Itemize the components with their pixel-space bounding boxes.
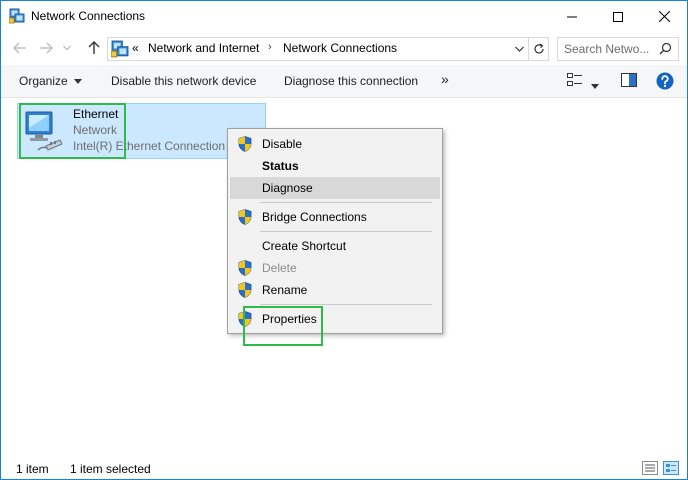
view-options-dropdown[interactable]	[591, 78, 599, 92]
context-menu: Disable Status Diagnose Bridge Connectio…	[227, 128, 443, 334]
close-button[interactable]	[641, 1, 687, 32]
details-view-icon	[642, 461, 658, 475]
organize-menu[interactable]: Organize	[19, 74, 82, 88]
breadcrumb-overflow[interactable]: «	[132, 41, 139, 55]
arrow-up-icon	[88, 41, 100, 54]
menu-separator	[260, 231, 432, 232]
uac-shield-icon	[238, 209, 252, 225]
view-options-icon	[567, 73, 582, 86]
minimize-icon	[567, 16, 577, 17]
menu-item-diagnose[interactable]: Diagnose	[230, 177, 440, 199]
menu-item-delete: Delete	[230, 257, 440, 279]
recent-locations-button[interactable]	[61, 39, 73, 57]
item-count: 1 item	[16, 462, 49, 476]
preview-pane-icon	[621, 73, 637, 87]
menu-separator	[260, 202, 432, 203]
up-button[interactable]	[85, 39, 103, 57]
uac-shield-icon	[238, 136, 252, 152]
close-icon	[658, 11, 670, 22]
menu-item-rename[interactable]: Rename	[230, 279, 440, 301]
menu-item-label: Diagnose	[262, 181, 313, 195]
chevron-down-icon	[514, 46, 524, 52]
network-connections-icon	[110, 40, 129, 58]
menu-item-label: Rename	[262, 283, 308, 297]
tiles-view-button[interactable]	[663, 461, 679, 478]
properties-highlight-box	[243, 306, 323, 346]
details-view-button[interactable]	[642, 461, 658, 478]
help-button[interactable]	[656, 72, 674, 93]
address-history-dropdown[interactable]	[510, 38, 528, 60]
status-bar: 1 item 1 item selected	[1, 457, 687, 479]
network-connections-window: Network Connections « Network and Intern…	[0, 0, 688, 480]
menu-item-label: Status	[262, 159, 299, 173]
network-connections-icon	[8, 8, 25, 24]
menu-item-label: Delete	[262, 261, 297, 275]
search-input[interactable]	[564, 41, 652, 57]
help-icon	[656, 72, 674, 90]
menu-item-label: Disable	[262, 137, 303, 151]
menu-item-disable[interactable]: Disable	[230, 133, 440, 155]
breadcrumb-network-and-internet[interactable]: Network and Internet	[148, 41, 259, 55]
refresh-button[interactable]	[528, 38, 549, 60]
menu-item-create-shortcut[interactable]: Create Shortcut	[230, 235, 440, 257]
selection-count: 1 item selected	[70, 462, 151, 476]
search-icon[interactable]	[659, 42, 672, 55]
menu-separator	[260, 304, 432, 305]
breadcrumb-network-connections[interactable]: Network Connections	[283, 41, 397, 55]
breadcrumb-separator[interactable]: ›	[268, 41, 272, 53]
menu-item-label: Bridge Connections	[262, 210, 367, 224]
window-title: Network Connections	[31, 9, 146, 23]
arrow-right-icon	[40, 42, 53, 54]
caret-down-icon	[591, 84, 599, 89]
ethernet-highlight-box	[19, 103, 126, 159]
organize-label: Organize	[19, 74, 68, 88]
more-commands-button[interactable]: »	[441, 71, 449, 87]
diagnose-connection-button[interactable]: Diagnose this connection	[284, 74, 418, 88]
refresh-icon	[534, 43, 544, 54]
tiles-view-icon	[663, 461, 679, 475]
menu-item-status[interactable]: Status	[230, 155, 440, 177]
change-view-button[interactable]	[567, 73, 583, 90]
disable-device-button[interactable]: Disable this network device	[111, 74, 256, 88]
caret-down-icon	[73, 79, 82, 85]
navigation-row: « Network and Internet › Network Connect…	[1, 34, 687, 62]
back-button[interactable]	[11, 39, 29, 57]
search-box[interactable]	[557, 37, 679, 61]
menu-item-label: Create Shortcut	[262, 239, 347, 253]
minimize-button[interactable]	[549, 1, 595, 32]
chevron-down-icon	[63, 45, 71, 51]
address-bar[interactable]: « Network and Internet › Network Connect…	[107, 37, 549, 61]
uac-shield-icon	[238, 282, 252, 298]
preview-pane-button[interactable]	[621, 73, 637, 90]
uac-shield-icon	[238, 260, 252, 276]
title-bar[interactable]: Network Connections	[1, 1, 687, 32]
maximize-button[interactable]	[595, 1, 641, 32]
command-bar: Organize Disable this network device Dia…	[1, 65, 687, 98]
arrow-left-icon	[13, 42, 26, 54]
forward-button[interactable]	[37, 39, 55, 57]
menu-item-bridge-connections[interactable]: Bridge Connections	[230, 206, 440, 228]
maximize-icon	[613, 11, 623, 22]
